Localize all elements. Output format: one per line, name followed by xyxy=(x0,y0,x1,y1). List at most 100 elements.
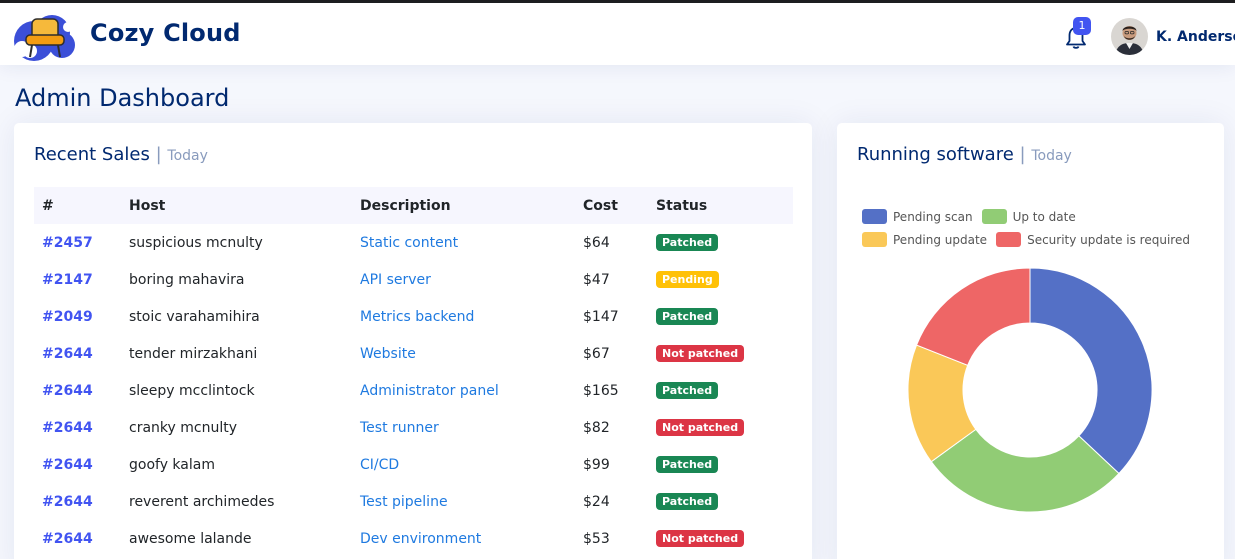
row-description-cell: CI/CD xyxy=(352,446,575,483)
row-host: awesome lalande xyxy=(129,530,252,547)
description-link[interactable]: Static content xyxy=(360,235,458,251)
description-link[interactable]: Metrics backend xyxy=(360,309,474,325)
row-host: cranky mcnulty xyxy=(129,419,237,436)
row-id-cell: #2147 xyxy=(34,261,121,298)
row-description-cell: Test runner xyxy=(352,409,575,446)
avatar[interactable] xyxy=(1111,18,1148,55)
row-id-cell: #2644 xyxy=(34,409,121,446)
row-status-cell: Pending xyxy=(648,261,793,298)
order-id-link[interactable]: #2457 xyxy=(42,235,93,251)
description-link[interactable]: Dev environment xyxy=(360,531,481,547)
description-link[interactable]: Administrator panel xyxy=(360,383,499,399)
donut-slice-1[interactable] xyxy=(1029,267,1153,475)
running-software-card: Running software | Today Pending scan Up … xyxy=(837,123,1224,559)
order-id-link[interactable]: #2644 xyxy=(42,420,93,436)
notification-count-badge: 1 xyxy=(1073,17,1091,35)
row-status-cell: Patched xyxy=(648,372,793,409)
table-row: #2147 boring mahavira API server $47 Pending xyxy=(34,261,793,298)
recent-sales-filter[interactable]: Today xyxy=(167,148,208,164)
description-link[interactable]: Website xyxy=(360,346,416,362)
row-cost: $53 xyxy=(583,530,610,547)
row-host: suspicious mcnulty xyxy=(129,234,263,251)
legend-swatch xyxy=(862,209,887,224)
order-id-link[interactable]: #2644 xyxy=(42,494,93,510)
row-cost: $24 xyxy=(583,493,610,510)
row-status-cell: Not patched xyxy=(648,520,793,557)
row-cost: $99 xyxy=(583,456,610,473)
order-id-link[interactable]: #2644 xyxy=(42,531,93,547)
running-software-filter[interactable]: Today xyxy=(1031,148,1072,164)
sales-table: # Host Description Cost Status #2457 susp… xyxy=(34,187,793,557)
status-badge: Patched xyxy=(656,308,719,325)
legend-item[interactable]: Pending scan xyxy=(862,209,973,224)
running-software-title: Running software | Today xyxy=(857,144,1072,165)
table-row: #2644 goofy kalam CI/CD $99 Patched xyxy=(34,446,793,483)
row-host: goofy kalam xyxy=(129,456,215,473)
status-badge: Not patched xyxy=(656,419,745,436)
donut-slice-4[interactable] xyxy=(915,267,1031,366)
row-id-cell: #2049 xyxy=(34,298,121,335)
row-id-cell: #2457 xyxy=(34,224,121,261)
row-host: reverent archimedes xyxy=(129,493,275,510)
title-separator: | xyxy=(155,144,162,165)
row-host: boring mahavira xyxy=(129,271,245,288)
title-separator: | xyxy=(1019,144,1026,165)
table-row: #2049 stoic varahamihira Metrics backend $1… xyxy=(34,298,793,335)
column-header-host: Host xyxy=(129,197,166,214)
row-description-cell: Metrics backend xyxy=(352,298,575,335)
row-description-cell: Test pipeline xyxy=(352,483,575,520)
row-status-cell: Not patched xyxy=(648,335,793,372)
status-badge: Not patched xyxy=(656,530,745,547)
description-link[interactable]: CI/CD xyxy=(360,457,399,473)
sales-table-body: #2457 suspicious mcnulty Static content $64… xyxy=(34,224,793,557)
order-id-link[interactable]: #2147 xyxy=(42,272,93,288)
software-donut-chart xyxy=(907,267,1153,513)
row-description-cell: Website xyxy=(352,335,575,372)
row-id-cell: #2644 xyxy=(34,483,121,520)
legend-swatch xyxy=(862,232,887,247)
row-status-cell: Patched xyxy=(648,483,793,520)
status-badge: Patched xyxy=(656,493,719,510)
table-row: #2644 tender mirzakhani Website $67 Not patc… xyxy=(34,335,793,372)
app-name[interactable]: Cozy Cloud xyxy=(90,19,241,47)
row-description-cell: Administrator panel xyxy=(352,372,575,409)
description-link[interactable]: Test pipeline xyxy=(360,494,448,510)
order-id-link[interactable]: #2049 xyxy=(42,309,93,325)
table-row: #2644 awesome lalande Dev environment $53 No… xyxy=(34,520,793,557)
running-software-title-text: Running software xyxy=(857,144,1014,165)
chart-legend: Pending scan Up to date Pending update Secu… xyxy=(862,209,1212,255)
user-name[interactable]: K. Anderson xyxy=(1156,29,1235,45)
row-status-cell: Not patched xyxy=(648,409,793,446)
legend-label: Pending update xyxy=(893,232,988,247)
row-cost: $47 xyxy=(583,271,610,288)
legend-swatch xyxy=(996,232,1022,247)
row-status-cell: Patched xyxy=(648,298,793,335)
legend-item[interactable]: Up to date xyxy=(981,209,1076,224)
row-cost: $64 xyxy=(583,234,610,251)
legend-label: Security update is required xyxy=(1027,232,1190,247)
row-id-cell: #2644 xyxy=(34,335,121,372)
row-description-cell: API server xyxy=(352,261,575,298)
row-id-cell: #2644 xyxy=(34,520,121,557)
column-header-description: Description xyxy=(360,197,451,214)
description-link[interactable]: API server xyxy=(360,272,431,288)
description-link[interactable]: Test runner xyxy=(360,420,439,436)
row-description-cell: Dev environment xyxy=(352,520,575,557)
legend-item[interactable]: Pending update xyxy=(862,232,987,247)
status-badge: Patched xyxy=(656,382,719,399)
legend-label: Up to date xyxy=(1012,209,1076,224)
page-title: Admin Dashboard xyxy=(15,84,230,112)
order-id-link[interactable]: #2644 xyxy=(42,457,93,473)
cloud-chair-logo-icon[interactable] xyxy=(10,5,80,63)
row-cost: $147 xyxy=(583,308,619,325)
row-cost: $165 xyxy=(583,382,619,399)
order-id-link[interactable]: #2644 xyxy=(42,383,93,399)
legend-item[interactable]: Security update is required xyxy=(996,232,1190,247)
row-description-cell: Static content xyxy=(352,224,575,261)
order-id-link[interactable]: #2644 xyxy=(42,346,93,362)
table-row: #2644 sleepy mcclintock Administrator pane… xyxy=(34,372,793,409)
column-header-status: Status xyxy=(656,197,708,214)
row-host: tender mirzakhani xyxy=(129,345,258,362)
recent-sales-title-text: Recent Sales xyxy=(34,144,150,165)
legend-label: Pending scan xyxy=(893,209,973,224)
